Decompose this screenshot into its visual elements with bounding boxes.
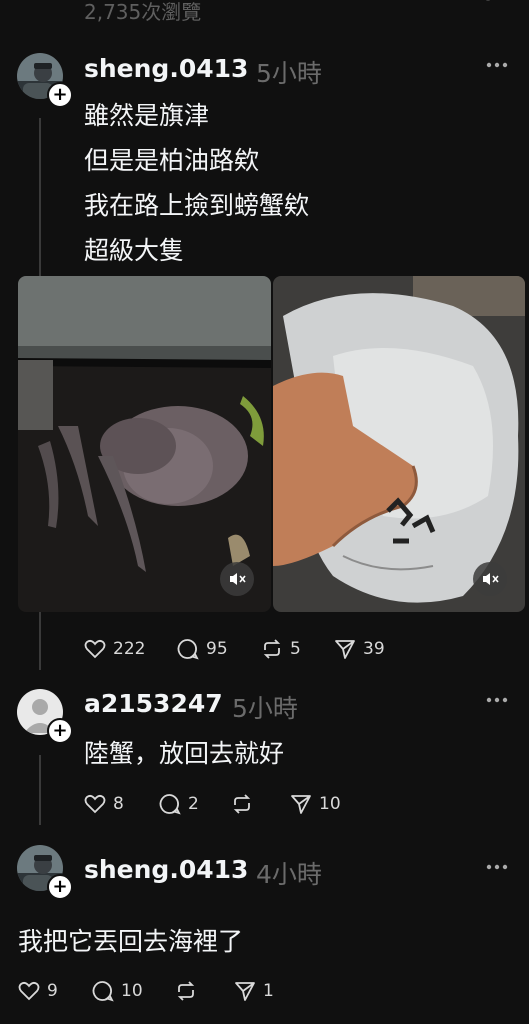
follow-plus-icon[interactable]: +	[47, 82, 73, 108]
share-count: 39	[363, 639, 385, 659]
comment-count: 95	[206, 639, 228, 659]
thread-line	[39, 755, 41, 825]
repost-icon	[177, 981, 195, 1001]
comment-icon	[92, 981, 114, 1002]
comment-count: 2	[188, 794, 199, 814]
username[interactable]: sheng.0413	[84, 54, 248, 83]
post-time: 4小時	[256, 860, 322, 889]
comment-button[interactable]: 95	[176, 637, 228, 661]
follow-plus-icon[interactable]: +	[47, 874, 73, 900]
bag-photo[interactable]	[273, 276, 525, 612]
share-icon	[335, 640, 355, 659]
post-time: 5小時	[232, 694, 298, 723]
heart-icon	[18, 981, 40, 1001]
post-text-line: 但是是柏油路欸	[84, 146, 260, 175]
share-icon	[291, 795, 311, 814]
like-button[interactable]: 222	[83, 637, 145, 661]
username[interactable]: a2153247	[84, 689, 223, 718]
heart-icon	[84, 794, 106, 814]
settings-icon[interactable]	[478, 0, 498, 4]
like-count: 222	[113, 639, 146, 659]
crab-photo[interactable]	[18, 276, 271, 612]
share-button[interactable]: 39	[333, 637, 385, 661]
post-text-line: 我在路上撿到螃蟹欸	[84, 191, 310, 220]
post-text-line: 超級大隻	[84, 236, 185, 265]
comment-count: 10	[121, 981, 143, 1001]
post-text-line: 陸蟹，放回去就好	[84, 739, 285, 768]
comment-icon	[159, 794, 181, 815]
like-button[interactable]: 8	[83, 792, 124, 816]
repost-icon	[263, 639, 281, 659]
more-options-icon[interactable]	[486, 697, 508, 703]
view-count: 2,735次瀏覽	[84, 0, 202, 24]
share-button[interactable]: 10	[289, 792, 341, 816]
repost-button[interactable]: 5	[260, 637, 301, 661]
heart-icon	[84, 639, 106, 659]
share-button[interactable]: 1	[233, 979, 274, 1003]
like-count: 9	[47, 981, 58, 1001]
repost-count: 5	[290, 639, 301, 659]
comment-button[interactable]: 2	[158, 792, 199, 816]
share-count: 10	[319, 794, 341, 814]
share-count: 1	[263, 981, 274, 1001]
post-text-line: 雖然是旗津	[84, 101, 210, 130]
repost-button[interactable]	[174, 979, 204, 1003]
comment-button[interactable]: 10	[91, 979, 143, 1003]
repost-button[interactable]	[230, 792, 260, 816]
post-text-line: 我把它丟回去海裡了	[18, 927, 244, 956]
comment-icon	[177, 639, 199, 660]
mute-icon[interactable]	[473, 562, 507, 596]
like-count: 8	[113, 794, 124, 814]
more-options-icon[interactable]	[486, 864, 508, 870]
mute-icon[interactable]	[220, 562, 254, 596]
post-time: 5小時	[256, 59, 322, 88]
share-icon	[235, 982, 255, 1001]
like-button[interactable]: 9	[17, 979, 58, 1003]
repost-icon	[233, 794, 251, 814]
follow-plus-icon[interactable]: +	[47, 718, 73, 744]
username[interactable]: sheng.0413	[84, 855, 248, 884]
more-options-icon[interactable]	[486, 62, 508, 68]
